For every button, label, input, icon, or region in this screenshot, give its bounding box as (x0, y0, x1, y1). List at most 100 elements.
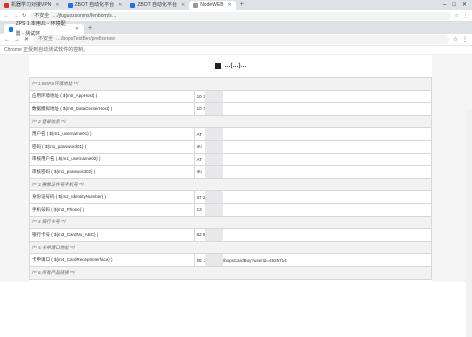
forward-icon[interactable]: → (13, 13, 18, 19)
inner-tab-active[interactable]: ZPS 1.本用JL - 环境配置 - 测试环 ✕ (4, 21, 84, 37)
inner-address-bar[interactable]: 不安全 …/bopsTestBer/prefixeraw (33, 35, 449, 44)
page-title-text: …(…)… (224, 63, 247, 69)
minimize-icon[interactable]: – (443, 0, 446, 10)
config-key: 用户名 ( ${m1_username01} ) (29, 127, 195, 141)
config-key: 卡申请口 ( ${m4_CardReceptInterface} ) (29, 253, 195, 267)
outer-tab-1[interactable]: 机器学习对接VPN ✕ (0, 1, 64, 10)
zbot-favicon-icon (130, 3, 136, 8)
back-icon[interactable]: ← (4, 13, 9, 19)
config-value: htt .247:5000/bopsCardBuy?userId=4525714 (193, 253, 433, 267)
maximize-icon[interactable]: □ (452, 0, 456, 10)
menu-icon[interactable]: ⋮ (462, 36, 468, 43)
star-icon[interactable]: ☆ (455, 13, 459, 19)
close-icon[interactable]: ✕ (181, 1, 185, 10)
config-value: 10 :5050 (193, 102, 433, 116)
outer-tab-4[interactable]: NodeWEB ✕ (189, 1, 236, 10)
redaction-overlay (204, 103, 223, 115)
section-header: /** 2.登录信息 **/ (29, 114, 432, 129)
stop-icon[interactable]: ✕ (24, 36, 29, 43)
redaction-overlay (204, 191, 223, 203)
outer-toolbar: ← → ↻ 不安全 …/jfuguozsonms/fenborn/s… ☆ ⋮ (0, 10, 472, 22)
section-row: /** 3.佛像证件号手机号 **/ (29, 177, 432, 192)
close-icon[interactable]: ✕ (228, 1, 232, 10)
close-icon[interactable]: ✕ (75, 24, 79, 34)
page-favicon-icon (193, 3, 199, 8)
redaction-overlay (204, 166, 223, 178)
config-value: AT (193, 127, 433, 141)
section-row: /** 2.登录信息 **/ (29, 114, 432, 129)
new-tab-icon[interactable]: + (236, 0, 248, 10)
config-value-text: AT (196, 131, 203, 137)
config-key: 密码 ( ${m1_password01} ) (29, 139, 195, 154)
vpn-favicon-icon (4, 3, 9, 8)
window-controls: – □ ✕ (443, 0, 472, 10)
table-row: 卡申请口 ( ${m4_CardReceptInterface} ) htt .2… (29, 253, 433, 267)
close-icon[interactable]: ✕ (55, 1, 59, 10)
table-row: 数据模拟地址 ( ${m0_DataCenterHost} )10 :5050 (29, 102, 433, 116)
outer-tab-label: ZBOT 自动化平台 (74, 2, 115, 8)
config-key: 银行卡号 ( ${m3_CardNo_ABC} ) (29, 228, 195, 242)
config-value: 37 2104972 (193, 190, 433, 204)
reload-icon[interactable]: ↻ (22, 13, 26, 19)
outer-tab-label: NodeWEB (200, 2, 224, 8)
section-row: /** 1.BOPS环境地址 **/ (29, 77, 432, 91)
table-row: 用户名 ( ${m1_username01} ) AT (29, 127, 433, 141)
section-header: /** 1.BOPS环境地址 **/ (29, 77, 432, 91)
page-title: …(…)… (29, 55, 432, 77)
config-value: 13 (193, 202, 433, 217)
outer-tab-2[interactable]: ZBOT 自动化平台 ✕ (64, 1, 127, 10)
section-row: /** 4.银行卡号 **/ (29, 215, 432, 230)
star-icon[interactable]: ☆ (453, 36, 458, 43)
outer-tab-3[interactable]: ZBOT 自动化平台 ✕ (126, 1, 189, 10)
address-url: …/bopsTestBer/prefixeraw (56, 36, 115, 42)
security-label: 不安全 (38, 36, 54, 42)
menu-icon[interactable]: ⋮ (463, 13, 468, 19)
section-header: /** 4.银行卡号 **/ (29, 215, 432, 230)
config-key: 审核用户名 ( ${m1_username02} ) (29, 152, 195, 167)
config-value: 62 57074213 (193, 228, 433, 242)
table-row: 手机号码 ( ${m2_Phone} ) 13 (29, 202, 433, 217)
scrollbar[interactable] (466, 110, 472, 337)
window-close-icon[interactable]: ✕ (462, 0, 467, 10)
section-header: /** 6.所有产品链接 **/ (29, 265, 432, 280)
zbot-favicon-icon (67, 3, 73, 8)
close-icon[interactable]: ✕ (118, 1, 122, 10)
redaction-overlay (204, 204, 223, 216)
config-key: 身份证号码 ( ${m2_IdentityNumber} ) (29, 190, 195, 204)
table-row: 密码 ( ${m1_password01} ) iKi (29, 139, 433, 154)
redacted-block (214, 63, 221, 69)
config-value-text: iKi (196, 144, 202, 150)
redaction-overlay (204, 229, 223, 241)
outer-address-bar[interactable]: 不安全 …/jfuguozsonms/fenborn/s… (30, 11, 451, 20)
page-content: …(…)… /** 1.BOPS环境地址 **/应用环境地址 ( ${m0_Ap… (0, 55, 472, 337)
config-value: 10 :8080 (193, 89, 433, 104)
table-row: 应用环境地址 ( ${m0_AppHost} )10 :8080 (29, 89, 433, 104)
table-row: 身份证号码 ( ${m2_IdentityNumber} )37 2104972 (29, 190, 433, 204)
redaction-overlay (204, 91, 223, 102)
forward-icon[interactable]: → (14, 37, 20, 43)
new-tab-icon[interactable]: + (84, 24, 96, 34)
config-key: 应用环境地址 ( ${m0_AppHost} ) (29, 89, 195, 104)
config-value: AT (193, 152, 433, 167)
back-icon[interactable]: ← (4, 37, 10, 43)
inner-toolbar: ← → ✕ 不安全 …/bopsTestBer/prefixeraw ☆ ⋮ (0, 34, 472, 46)
config-key: 数据模拟地址 ( ${m0_DataCenterHost} ) (29, 102, 195, 116)
outer-tab-label: 机器学习对接VPN (11, 2, 52, 8)
config-value: iKi (193, 139, 433, 154)
config-key: 审核密码 ( ${m1_password02} ) (29, 165, 195, 179)
section-header: /** 5.卡申请口地址 **/ (29, 240, 432, 255)
section-row: /** 6.所有产品链接 **/ (29, 265, 432, 280)
section-row: /** 5.卡申请口地址 **/ (29, 240, 432, 255)
outer-tab-strip: 机器学习对接VPN ✕ ZBOT 自动化平台 ✕ ZBOT 自动化平台 ✕ No… (0, 0, 472, 10)
automation-notice: Chrome 正受到自动测试软件的控制。 (0, 46, 472, 55)
table-row: 银行卡号 ( ${m3_CardNo_ABC} )62 57074213 (29, 228, 433, 242)
redaction-overlay (204, 254, 223, 266)
config-document: …(…)… /** 1.BOPS环境地址 **/应用环境地址 ( ${m0_Ap… (29, 55, 433, 282)
redaction-overlay (204, 154, 223, 165)
table-row: 审核用户名 ( ${m1_username02} ) AT (29, 152, 433, 167)
config-value: iKi (193, 165, 433, 179)
page-favicon-icon (9, 26, 13, 32)
section-header: /** 3.佛像证件号手机号 **/ (29, 177, 432, 192)
config-value-text: iKi (196, 169, 202, 175)
inner-tab-strip: ZPS 1.本用JL - 环境配置 - 测试环 ✕ + (0, 21, 472, 37)
